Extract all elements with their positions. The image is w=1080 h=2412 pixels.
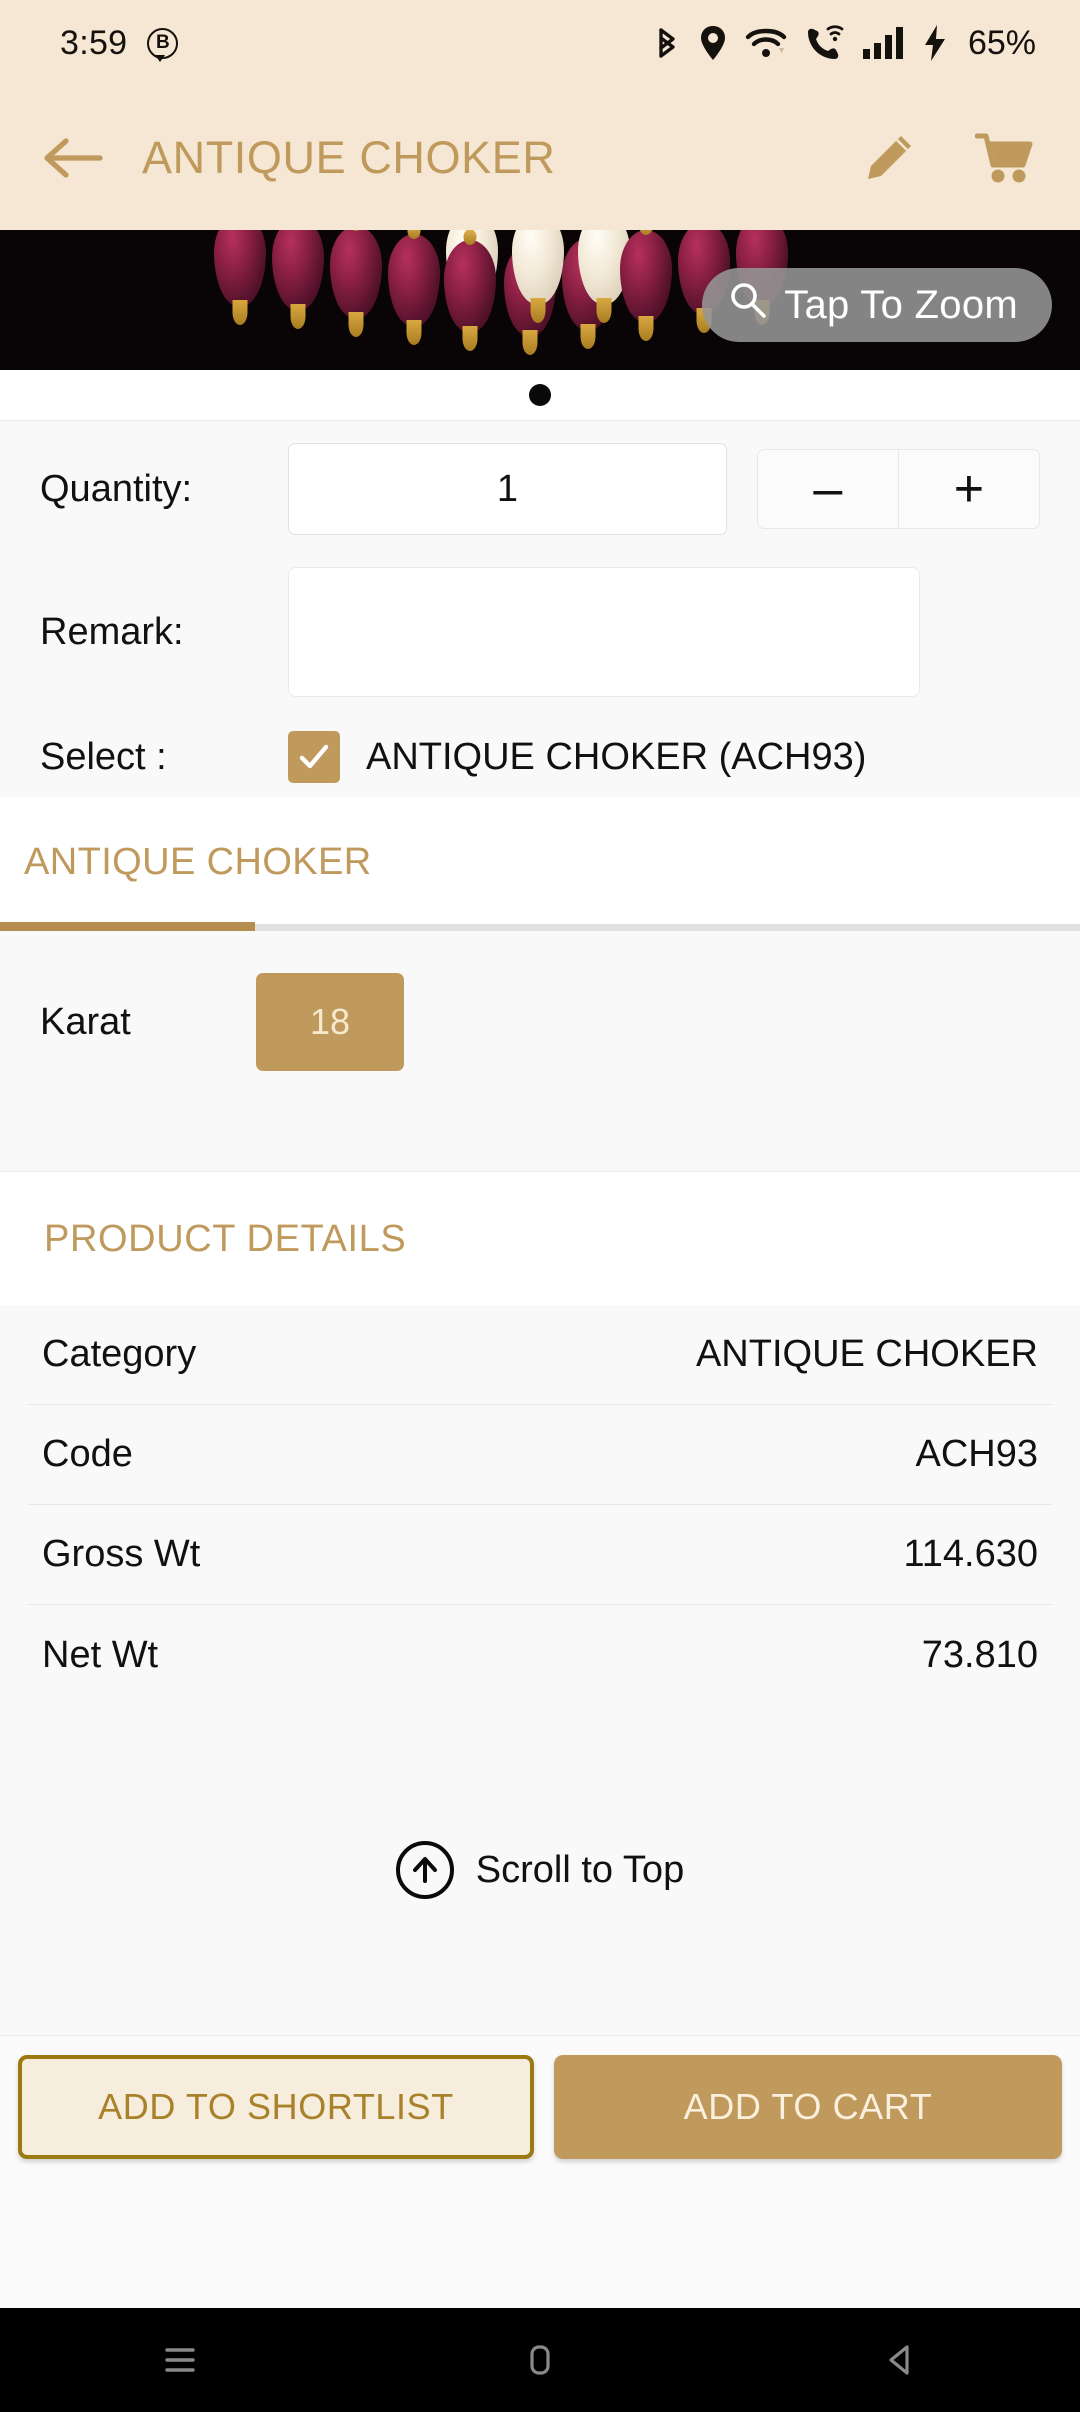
status-time: 3:59: [60, 23, 128, 62]
search-magnifier-icon: [728, 280, 768, 330]
detail-key: Gross Wt: [42, 1533, 201, 1575]
status-bar-left: 3:59 B: [60, 23, 179, 63]
wifi-calling-icon: [804, 25, 844, 61]
carousel-page-indicator: [0, 370, 1080, 420]
status-bar: 3:59 B 65%: [0, 0, 1080, 86]
quantity-input[interactable]: 1: [288, 443, 727, 535]
table-row: Net Wt 73.810: [28, 1605, 1052, 1705]
location-icon: [698, 24, 728, 62]
tab-track: [0, 922, 1080, 931]
product-details-heading: PRODUCT DETAILS: [0, 1171, 1080, 1305]
bluetooth-icon: [653, 25, 681, 61]
notification-badge-letter: B: [156, 32, 170, 53]
select-checkbox[interactable]: [288, 731, 340, 783]
detail-value: 73.810: [921, 1633, 1038, 1676]
product-details-heading-label: PRODUCT DETAILS: [44, 1218, 407, 1260]
select-item-label: ANTIQUE CHOKER (ACH93): [366, 735, 867, 778]
bottom-action-bar: ADD TO SHORTLIST ADD TO CART: [0, 2035, 1080, 2177]
add-to-shortlist-button[interactable]: ADD TO SHORTLIST: [18, 2054, 534, 2159]
status-bar-right: 65%: [653, 24, 1036, 63]
shopping-cart-icon[interactable]: [970, 123, 1040, 193]
page-indicator-dot[interactable]: [529, 384, 551, 406]
checkmark-icon: [299, 744, 329, 769]
select-label: Select :: [40, 735, 167, 778]
table-row: Category ANTIQUE CHOKER: [28, 1305, 1052, 1405]
remark-label: Remark:: [40, 611, 184, 653]
quantity-row: Quantity: 1 – +: [0, 443, 1080, 535]
recents-icon[interactable]: [157, 2337, 203, 2383]
detail-key: Net Wt: [42, 1633, 159, 1676]
table-row: Gross Wt 114.630: [28, 1505, 1052, 1605]
karat-chip-18[interactable]: 18: [256, 973, 404, 1071]
app-screen: 3:59 B 65% ANTIQUE CHOKER Tap To Zoom Qu…: [0, 0, 1080, 2412]
back-triangle-icon[interactable]: [877, 2337, 923, 2383]
remark-row: Remark:: [0, 567, 1080, 697]
android-navigation-bar: [0, 2308, 1080, 2412]
quantity-increment-button[interactable]: +: [899, 450, 1039, 528]
home-icon[interactable]: [517, 2337, 563, 2383]
select-row: Select : ANTIQUE CHOKER (ACH93): [0, 731, 1080, 783]
detail-key: Code: [42, 1433, 133, 1475]
scroll-to-top-label: Scroll to Top: [475, 1848, 685, 1891]
quantity-label: Quantity:: [40, 467, 193, 510]
product-details-table: Category ANTIQUE CHOKER Code ACH93 Gross…: [0, 1305, 1080, 1705]
product-image-carousel[interactable]: Tap To Zoom: [0, 230, 1080, 370]
charging-bolt-icon: [922, 24, 948, 62]
tap-to-zoom-label: Tap To Zoom: [784, 282, 1018, 327]
detail-value: ANTIQUE CHOKER: [695, 1333, 1038, 1375]
battery-percent: 65%: [967, 23, 1036, 62]
pencil-edit-icon[interactable]: [854, 123, 924, 193]
app-bar: ANTIQUE CHOKER: [0, 86, 1080, 230]
karat-row: Karat 18: [40, 973, 1040, 1071]
arrow-up-circle-icon: [395, 1841, 454, 1899]
quantity-decrement-button[interactable]: –: [758, 450, 899, 528]
signal-bars-icon: [861, 25, 905, 61]
remark-input[interactable]: [288, 567, 920, 697]
page-title: ANTIQUE CHOKER: [142, 132, 556, 183]
scroll-to-top-button[interactable]: Scroll to Top: [0, 1705, 1080, 2035]
product-tabs: ANTIQUE CHOKER: [0, 797, 1080, 931]
back-arrow-icon[interactable]: [38, 123, 108, 193]
notification-badge-icon: B: [147, 27, 179, 62]
karat-label: Karat: [40, 1000, 131, 1043]
tap-to-zoom-button[interactable]: Tap To Zoom: [702, 268, 1052, 342]
detail-value: ACH93: [915, 1433, 1039, 1475]
detail-value: 114.630: [903, 1533, 1038, 1575]
quantity-stepper: – +: [756, 449, 1040, 529]
add-to-cart-button[interactable]: ADD TO CART: [554, 2054, 1062, 2159]
wifi-icon: [745, 25, 787, 61]
tab-active-underline: [0, 922, 255, 931]
karat-section: Karat 18: [0, 931, 1080, 1171]
order-form-section: Quantity: 1 – + Remark: Select : ANTIQUE…: [0, 420, 1080, 797]
detail-key: Category: [42, 1333, 197, 1375]
tab-antique-choker[interactable]: ANTIQUE CHOKER: [0, 841, 396, 924]
table-row: Code ACH93: [28, 1405, 1052, 1505]
